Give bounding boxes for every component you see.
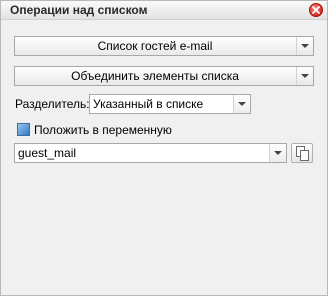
copy-icon xyxy=(296,146,309,161)
save-to-variable-label[interactable]: Положить в переменную xyxy=(34,123,172,137)
variable-select-dropdown-button[interactable] xyxy=(269,144,286,162)
operation-select-value: Объединить элементы списка xyxy=(71,69,239,83)
list-operations-panel: Операции над списком Список гостей e-mai… xyxy=(0,0,328,296)
operation-select-dropdown-button[interactable] xyxy=(296,67,313,85)
panel-title: Операции над списком xyxy=(10,3,148,17)
chevron-down-icon xyxy=(238,102,246,106)
separator-select[interactable]: Указанный в списке xyxy=(89,94,251,114)
title-bar: Операции над списком xyxy=(1,1,327,20)
chevron-down-icon xyxy=(301,44,309,48)
checkbox-icon[interactable] xyxy=(17,123,30,136)
separator-select-value: Указанный в списке xyxy=(93,97,204,111)
separator-label: Разделитель: xyxy=(15,97,90,111)
chevron-down-icon xyxy=(301,74,309,78)
list-select-value: Список гостей e-mail xyxy=(97,39,213,53)
close-button[interactable] xyxy=(309,3,323,17)
list-select-dropdown-button[interactable] xyxy=(296,37,313,55)
variable-select[interactable]: guest_mail xyxy=(14,143,287,163)
chevron-down-icon xyxy=(274,151,282,155)
list-select[interactable]: Список гостей e-mail xyxy=(14,36,314,56)
operation-select[interactable]: Объединить элементы списка xyxy=(14,66,314,86)
variable-select-value: guest_mail xyxy=(18,146,77,160)
copy-button[interactable] xyxy=(291,143,313,163)
separator-select-dropdown-button[interactable] xyxy=(233,95,250,113)
close-icon xyxy=(312,6,320,14)
